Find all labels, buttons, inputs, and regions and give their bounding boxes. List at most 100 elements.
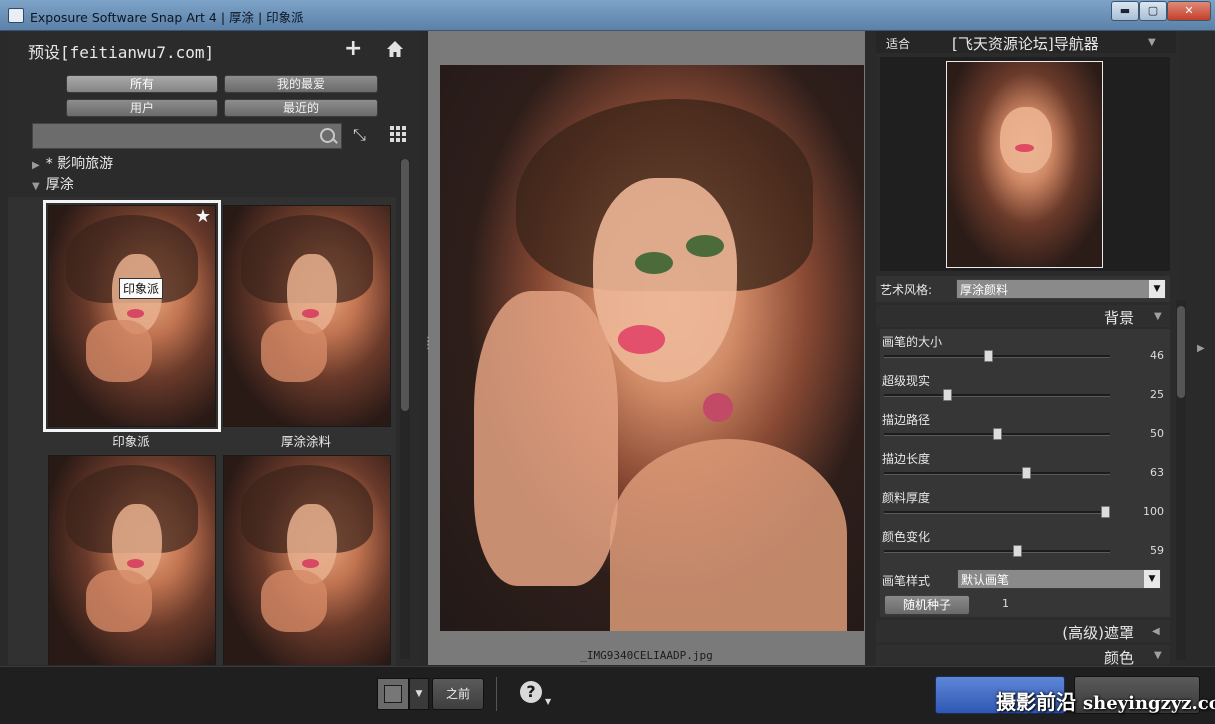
watermark-text: 摄影前沿 (996, 690, 1076, 714)
slider-track[interactable] (884, 467, 1110, 479)
view-mode-button[interactable] (377, 678, 409, 710)
brush-style-select[interactable]: 默认画笔 ▼ (957, 569, 1161, 589)
preset-search-input[interactable] (32, 123, 342, 149)
minimize-button[interactable]: ▬ (1111, 1, 1139, 21)
grid-view-icon[interactable] (390, 126, 406, 142)
slider-handle[interactable] (1022, 467, 1031, 479)
slider-value: 63 (1150, 466, 1164, 479)
chevron-down-icon: ▼ (1154, 311, 1162, 322)
preview-shoulder (609, 438, 848, 631)
collapse-all-icon[interactable]: ⤡ (353, 127, 366, 143)
slider-value: 100 (1143, 505, 1164, 518)
thumb-hand (85, 320, 152, 382)
thumb-lips (127, 559, 144, 569)
thumb-hand (260, 570, 327, 632)
preset-tooltip: 印象派 (119, 278, 164, 299)
view-mode-dropdown-icon[interactable]: ▼ (409, 678, 429, 710)
nav-face (999, 107, 1053, 173)
presets-title: 预设[feitianwu7.com] (28, 43, 215, 62)
slider-handle[interactable] (993, 428, 1002, 440)
chevron-down-icon[interactable]: ▼ (1148, 37, 1156, 48)
slider-label: 描边长度 (882, 452, 931, 466)
dropdown-arrow-icon: ▼ (1144, 570, 1160, 588)
preview-hand (473, 291, 619, 586)
expand-arrow-icon: ▶ (32, 160, 40, 171)
presets-panel: 预设[feitianwu7.com] + 所有 我的最爱 用户 最近的 ⤡ ▶ *… (8, 31, 418, 665)
advanced-mask-section-header[interactable]: (高级)遮罩 ◀ (876, 620, 1170, 642)
slider-track[interactable] (884, 350, 1110, 362)
window-title: Exposure Software Snap Art 4 | 厚涂 | 印象派 (30, 10, 304, 25)
slider-handle[interactable] (1013, 545, 1022, 557)
section-title: 背景 (1103, 309, 1134, 327)
preset-thumbnail[interactable] (223, 455, 391, 665)
preview-image[interactable] (440, 65, 864, 631)
background-sliders: 画笔的大小 46 超级现实 25 描边路径 50 描边长度 63 颜料厚度 100 颜色变化 59 画… (880, 329, 1170, 617)
help-dropdown-icon[interactable]: ▼ (545, 697, 551, 706)
splitter-grip-icon[interactable]: ⋮ ⋮ (423, 337, 433, 351)
slider-value: 59 (1150, 544, 1164, 557)
slider-label: 描边路径 (882, 413, 931, 427)
tree-category-collapsed[interactable]: ▶ * 影响旅游 (32, 153, 113, 173)
slider-label: 画笔的大小 (882, 335, 943, 349)
nav-lips (1015, 144, 1034, 153)
navigator-thumbnail[interactable] (946, 61, 1103, 268)
section-title: 颜色 (1103, 649, 1134, 667)
before-button[interactable]: 之前 (432, 678, 484, 710)
fit-button[interactable]: 适合 (886, 35, 910, 52)
brush-style-value: 默认画笔 (961, 573, 1010, 587)
slider-handle[interactable] (1101, 506, 1110, 518)
maximize-button[interactable]: ▢ (1139, 1, 1167, 21)
chevron-down-icon: ▼ (1154, 650, 1162, 661)
art-style-select[interactable]: 厚涂颜料 ▼ (956, 279, 1166, 299)
preview-lips (618, 325, 665, 354)
preview-earring (702, 393, 733, 422)
navigator-header: 适合 [飞天资源论坛]导航器 ▼ (876, 31, 1176, 53)
navigator-title: [飞天资源论坛]导航器 (952, 35, 1099, 53)
scrollbar-thumb[interactable] (401, 159, 409, 411)
slider-track[interactable] (884, 428, 1110, 440)
slider-label: 颜料厚度 (882, 491, 931, 505)
bottom-toolbar: ▼ 之前 ? ▼ 摄影前沿 sheyingzyz.com (0, 666, 1215, 724)
color-section-header[interactable]: 颜色 ▼ (876, 645, 1170, 667)
favorite-star-icon[interactable]: ★ (195, 206, 211, 227)
slider-value: 25 (1150, 388, 1164, 401)
slider-label: 颜色变化 (882, 530, 931, 544)
section-title: (高级)遮罩 (1062, 624, 1134, 642)
filter-recent-button[interactable]: 最近的 (224, 99, 378, 117)
slider-track[interactable] (884, 506, 1110, 518)
home-icon[interactable] (386, 40, 404, 58)
preset-thumbnail[interactable]: ★ 印象派 (43, 200, 221, 432)
random-seed-button[interactable]: 随机种子 (884, 595, 970, 615)
presets-scrollbar[interactable] (400, 159, 410, 659)
art-style-label: 艺术风格: (880, 283, 933, 297)
preset-thumbnail[interactable] (48, 455, 216, 665)
filter-favorites-button[interactable]: 我的最爱 (224, 75, 378, 93)
preview-area[interactable]: _IMG9340CELIAADP.jpg (428, 31, 865, 665)
thumb-hand (85, 570, 152, 632)
add-preset-icon[interactable]: + (344, 38, 362, 60)
slider-value: 46 (1150, 349, 1164, 362)
dropdown-arrow-icon: ▼ (1149, 280, 1165, 298)
filter-all-button[interactable]: 所有 (66, 75, 218, 93)
collapse-right-arrow-icon[interactable]: ▶ (1197, 343, 1205, 354)
preview-face (592, 178, 737, 382)
preset-thumbnail[interactable] (223, 205, 391, 427)
filter-user-button[interactable]: 用户 (66, 99, 218, 117)
thumb-lips (127, 309, 144, 319)
background-section-header[interactable]: 背景 ▼ (876, 305, 1170, 327)
slider-handle[interactable] (984, 350, 993, 362)
close-button[interactable]: ✕ (1167, 1, 1211, 21)
navigator-panel[interactable] (880, 57, 1170, 271)
controls-scrollbar[interactable] (1176, 300, 1186, 660)
tree-category-expanded[interactable]: ▼ 厚涂 (32, 174, 74, 194)
slider-handle[interactable] (943, 389, 952, 401)
slider-track[interactable] (884, 389, 1110, 401)
thumb-hand (260, 320, 327, 382)
controls-panel: 适合 [飞天资源论坛]导航器 ▼ 艺术风格: 厚涂颜料 ▼ 背景 ▼ 画笔的大小… (876, 31, 1181, 667)
toolbar-divider (496, 677, 497, 711)
help-icon[interactable]: ? (520, 681, 542, 703)
slider-track[interactable] (884, 545, 1110, 557)
watermark-site: sheyingzyz.com (1082, 693, 1215, 714)
preset-label: 厚涂涂料 (280, 434, 331, 449)
scrollbar-thumb[interactable] (1177, 306, 1185, 398)
